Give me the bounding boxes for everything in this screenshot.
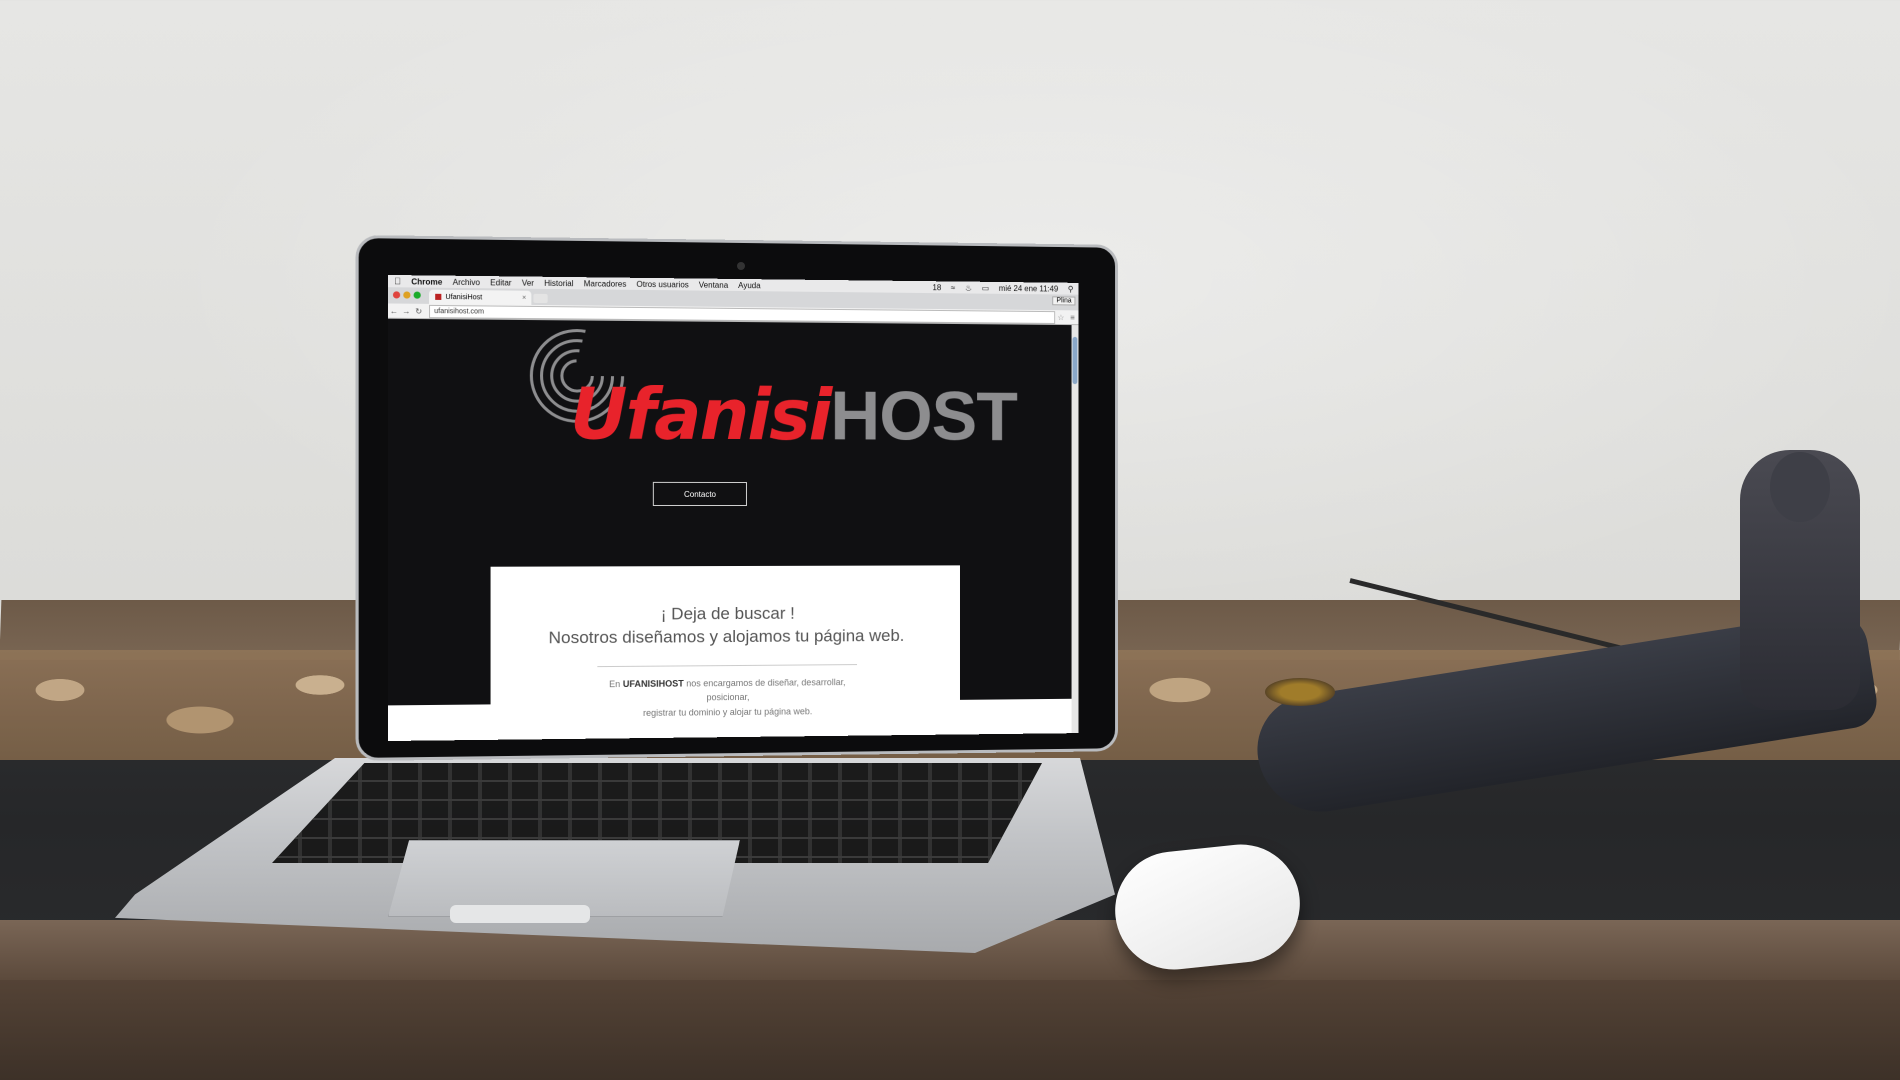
- clock-text[interactable]: mié 24 ene 11:49: [994, 283, 1063, 293]
- favicon-icon: [435, 294, 441, 300]
- website-page: UfanisiHOST Contacto ¡ Deja de buscar ! …: [388, 319, 1079, 741]
- divider: [597, 664, 857, 667]
- menu-historial[interactable]: Historial: [539, 278, 579, 288]
- menu-marcadores[interactable]: Marcadores: [579, 279, 632, 289]
- menubar-status: 18 ≈ ♨ ▭ mié 24 ene 11:49 ⚲: [928, 283, 1079, 294]
- menu-otros-usuarios[interactable]: Otros usuarios: [631, 279, 693, 289]
- headline: ¡ Deja de buscar !: [491, 603, 960, 625]
- body-line1: nos encargamos de diseñar, desarrollar, …: [686, 677, 845, 703]
- menu-ver[interactable]: Ver: [517, 278, 539, 287]
- logo-ufanisi: Ufanisi: [570, 373, 830, 456]
- volume-icon[interactable]: ♨: [960, 283, 977, 292]
- intro-card: ¡ Deja de buscar ! Nosotros diseñamos y …: [491, 565, 960, 741]
- status-count: 18: [928, 283, 946, 292]
- browser-tab[interactable]: UfanisiHost ×: [429, 290, 531, 305]
- body-line2: registrar tu dominio y alojar tu página …: [643, 706, 812, 718]
- contact-button[interactable]: Contacto: [653, 482, 747, 506]
- lid-notch: [450, 905, 590, 923]
- menu-archivo[interactable]: Archivo: [448, 277, 486, 287]
- back-icon[interactable]: ←: [388, 306, 400, 315]
- spotlight-search-icon[interactable]: ⚲: [1063, 284, 1078, 293]
- url-text: ufanisihost.com: [434, 307, 484, 315]
- desk-front: [0, 980, 1900, 1080]
- site-logo[interactable]: UfanisiHOST: [570, 379, 1017, 451]
- maximize-window-icon[interactable]: [414, 292, 421, 299]
- tab-close-icon[interactable]: ×: [522, 294, 526, 301]
- buddha-head: [1770, 452, 1830, 522]
- battery-icon[interactable]: ▭: [977, 283, 994, 292]
- scrollbar[interactable]: [1072, 325, 1079, 733]
- menu-chrome[interactable]: Chrome: [406, 277, 447, 287]
- bookmark-star-icon[interactable]: ☆: [1055, 313, 1067, 322]
- profile-button[interactable]: Plina: [1053, 296, 1076, 305]
- camera-icon: [737, 262, 745, 270]
- incense-cup: [1265, 678, 1335, 706]
- new-tab-button[interactable]: [533, 294, 547, 303]
- wifi-icon[interactable]: ≈: [946, 283, 960, 292]
- scrollbar-thumb[interactable]: [1073, 337, 1078, 384]
- forward-icon[interactable]: →: [400, 306, 412, 315]
- body-prefix: En: [609, 679, 620, 689]
- menu-ventana[interactable]: Ventana: [694, 280, 733, 289]
- intro-text: En UFANISIHOST nos encargamos de diseñar…: [587, 675, 867, 721]
- apple-icon[interactable]: : [388, 276, 406, 286]
- browser-menu-icon[interactable]: ≡: [1067, 313, 1079, 322]
- logo-host: HOST: [830, 377, 1016, 455]
- reload-icon[interactable]: ↻: [413, 306, 425, 315]
- minimize-window-icon[interactable]: [403, 291, 410, 298]
- body-brand: UFANISIHOST: [623, 678, 684, 689]
- tab-title: UfanisiHost: [445, 293, 482, 300]
- menu-editar[interactable]: Editar: [485, 278, 517, 287]
- close-window-icon[interactable]: [393, 291, 400, 298]
- subheadline: Nosotros diseñamos y alojamos tu página …: [491, 626, 960, 649]
- menu-ayuda[interactable]: Ayuda: [733, 280, 765, 289]
- laptop-screen:  Chrome Archivo Editar Ver Historial Ma…: [388, 275, 1079, 741]
